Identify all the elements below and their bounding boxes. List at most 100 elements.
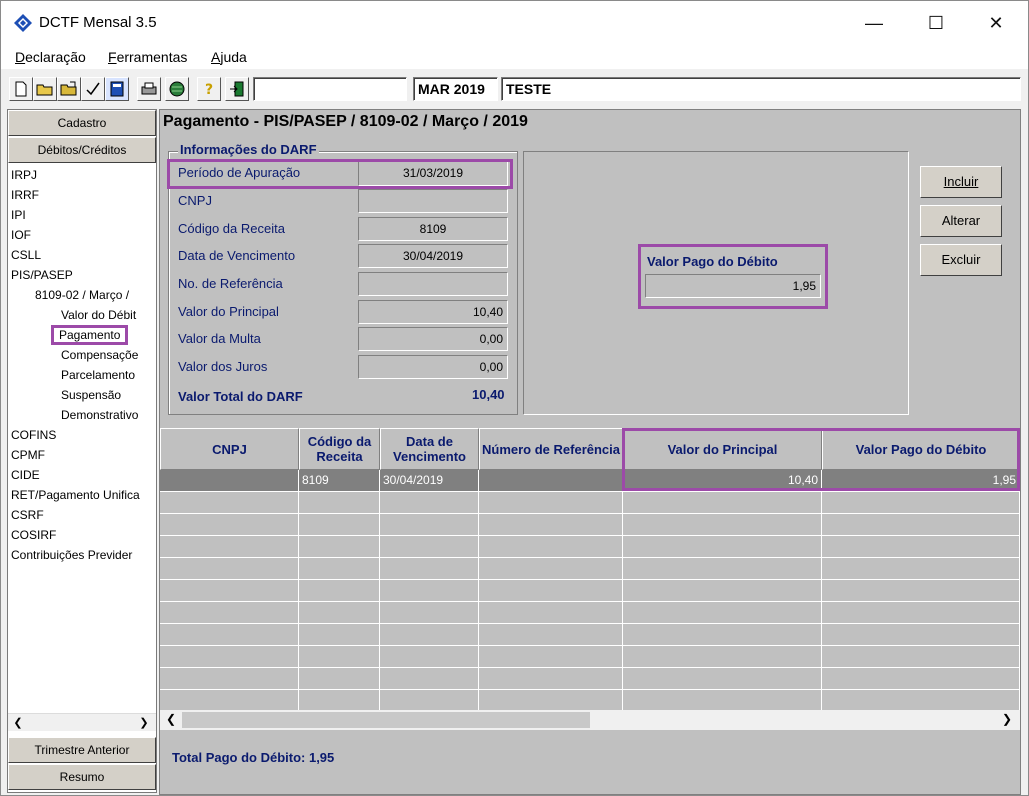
referencia-field[interactable]: [358, 272, 508, 296]
toolbar-search-field[interactable]: [253, 77, 407, 101]
table-row-empty[interactable]: [160, 668, 1020, 690]
resumo-button[interactable]: Resumo: [8, 764, 156, 790]
internet-button[interactable]: [165, 77, 189, 101]
tree-item-csll[interactable]: CSLL: [11, 248, 41, 262]
tree-item-csrf[interactable]: CSRF: [11, 508, 44, 522]
menu-declaracao[interactable]: Declaração: [15, 49, 86, 65]
tree-item-cofins[interactable]: COFINS: [11, 428, 56, 442]
cell-cnpj: [160, 470, 299, 492]
tree-item-demonstrativo[interactable]: Demonstrativo: [61, 408, 156, 422]
excluir-button[interactable]: Excluir: [920, 244, 1002, 276]
empty-cell: [380, 580, 479, 602]
alterar-button[interactable]: Alterar: [920, 205, 1002, 237]
tree-item-iof[interactable]: IOF: [11, 228, 31, 242]
periodo-highlight: [167, 159, 513, 189]
table-row-empty[interactable]: [160, 580, 1020, 602]
grid-horizontal-scrollbar[interactable]: ❮ ❯: [160, 710, 1020, 730]
left-navigation: Cadastro Débitos/Créditos IRPJ IRRF IPI …: [7, 109, 157, 793]
col-header-codigo[interactable]: Código da Receita: [299, 428, 380, 470]
minimize-button[interactable]: —: [851, 1, 897, 45]
grid-scroll-left-icon[interactable]: ❮: [166, 712, 176, 726]
menu-ajuda[interactable]: Ajuda: [211, 49, 247, 65]
empty-cell: [479, 646, 623, 668]
tree-item-pagamento[interactable]: Pagamento: [51, 325, 129, 345]
help-button[interactable]: ?: [197, 77, 221, 101]
darf-group-title: Informações do DARF: [178, 142, 319, 157]
exit-door-icon: [230, 81, 244, 97]
tree-item-compensacoes[interactable]: Compensaçõe: [61, 348, 156, 362]
tree-item-suspensao[interactable]: Suspensão: [61, 388, 121, 402]
tree-item-8109[interactable]: 8109-02 / Março /: [35, 288, 156, 302]
print-button[interactable]: [137, 77, 161, 101]
empty-cell: [822, 558, 1020, 580]
cadastro-button[interactable]: Cadastro: [8, 110, 156, 136]
tree-item-pis-pasep[interactable]: PIS/PASEP: [11, 268, 73, 282]
calculator-button[interactable]: [105, 77, 129, 101]
menu-ferramentas[interactable]: Ferramentas: [108, 49, 187, 65]
empty-cell: [299, 536, 380, 558]
table-row-empty[interactable]: [160, 492, 1020, 514]
cnpj-field[interactable]: [358, 189, 508, 213]
empty-cell: [822, 646, 1020, 668]
grid-scroll-thumb[interactable]: [182, 712, 590, 728]
company-field: TESTE: [501, 77, 1021, 101]
scroll-left-icon[interactable]: ❮: [10, 715, 26, 731]
scroll-right-icon[interactable]: ❯: [136, 715, 152, 731]
tree-item-parcelamento[interactable]: Parcelamento: [61, 368, 135, 382]
valor-principal-field[interactable]: 10,40: [358, 300, 508, 324]
tree-item-ipi[interactable]: IPI: [11, 208, 26, 222]
empty-cell: [160, 668, 299, 690]
tree-item-ret[interactable]: RET/Pagamento Unifica: [11, 488, 156, 502]
empty-cell: [299, 558, 380, 580]
table-row-empty[interactable]: [160, 602, 1020, 624]
grid-scroll-right-icon[interactable]: ❯: [1002, 712, 1012, 726]
new-button[interactable]: [9, 77, 33, 101]
data-vencimento-field[interactable]: 30/04/2019: [358, 244, 508, 268]
empty-cell: [479, 492, 623, 514]
table-row-empty[interactable]: [160, 536, 1020, 558]
help-icon: ?: [205, 82, 213, 97]
valor-multa-field[interactable]: 0,00: [358, 327, 508, 351]
empty-cell: [160, 690, 299, 712]
open-button[interactable]: [33, 77, 57, 101]
col-header-referencia[interactable]: Número de Referência: [479, 428, 623, 470]
tree-item-cosirf[interactable]: COSIRF: [11, 528, 56, 542]
cell-referencia: [479, 470, 623, 492]
tree-item-cide[interactable]: CIDE: [11, 468, 40, 482]
empty-cell: [380, 514, 479, 536]
valor-pago-field[interactable]: 1,95: [645, 274, 821, 298]
table-row-empty[interactable]: [160, 624, 1020, 646]
tree-item-cpmf[interactable]: CPMF: [11, 448, 45, 462]
close-button[interactable]: ✕: [973, 1, 1019, 45]
printer-icon: [141, 82, 157, 95]
empty-cell: [380, 646, 479, 668]
col-header-vencimento[interactable]: Data de Vencimento: [380, 428, 479, 470]
verify-button[interactable]: [81, 77, 105, 101]
codigo-receita-field[interactable]: 8109: [358, 217, 508, 241]
trimestre-anterior-button[interactable]: Trimestre Anterior: [8, 737, 156, 763]
valor-juros-field[interactable]: 0,00: [358, 355, 508, 379]
globe-icon: [169, 81, 185, 97]
incluir-button[interactable]: Incluir: [920, 166, 1002, 198]
tree-item-irrf[interactable]: IRRF: [11, 188, 39, 202]
toolbar: ? MAR 2019 TESTE: [1, 71, 1028, 107]
exit-button[interactable]: [225, 77, 249, 101]
debitos-creditos-button[interactable]: Débitos/Créditos: [8, 137, 156, 163]
col-header-cnpj[interactable]: CNPJ: [160, 428, 299, 470]
maximize-button[interactable]: ☐: [913, 1, 959, 45]
open-folder-button[interactable]: [57, 77, 81, 101]
valor-juros-label: Valor dos Juros: [178, 359, 268, 374]
empty-cell: [623, 514, 822, 536]
tree-horizontal-scrollbar[interactable]: ❮ ❯: [8, 713, 156, 731]
tree-item-contribuicoes[interactable]: Contribuições Previder: [11, 548, 156, 562]
table-row-empty[interactable]: [160, 690, 1020, 712]
table-row-empty[interactable]: [160, 646, 1020, 668]
empty-cell: [479, 514, 623, 536]
empty-cell: [299, 602, 380, 624]
empty-cell: [380, 624, 479, 646]
tree-item-valor-debito[interactable]: Valor do Débit: [61, 308, 156, 322]
table-row-empty[interactable]: [160, 558, 1020, 580]
table-row-empty[interactable]: [160, 514, 1020, 536]
tree-item-irpj[interactable]: IRPJ: [11, 168, 37, 182]
minimize-icon: —: [865, 12, 883, 33]
